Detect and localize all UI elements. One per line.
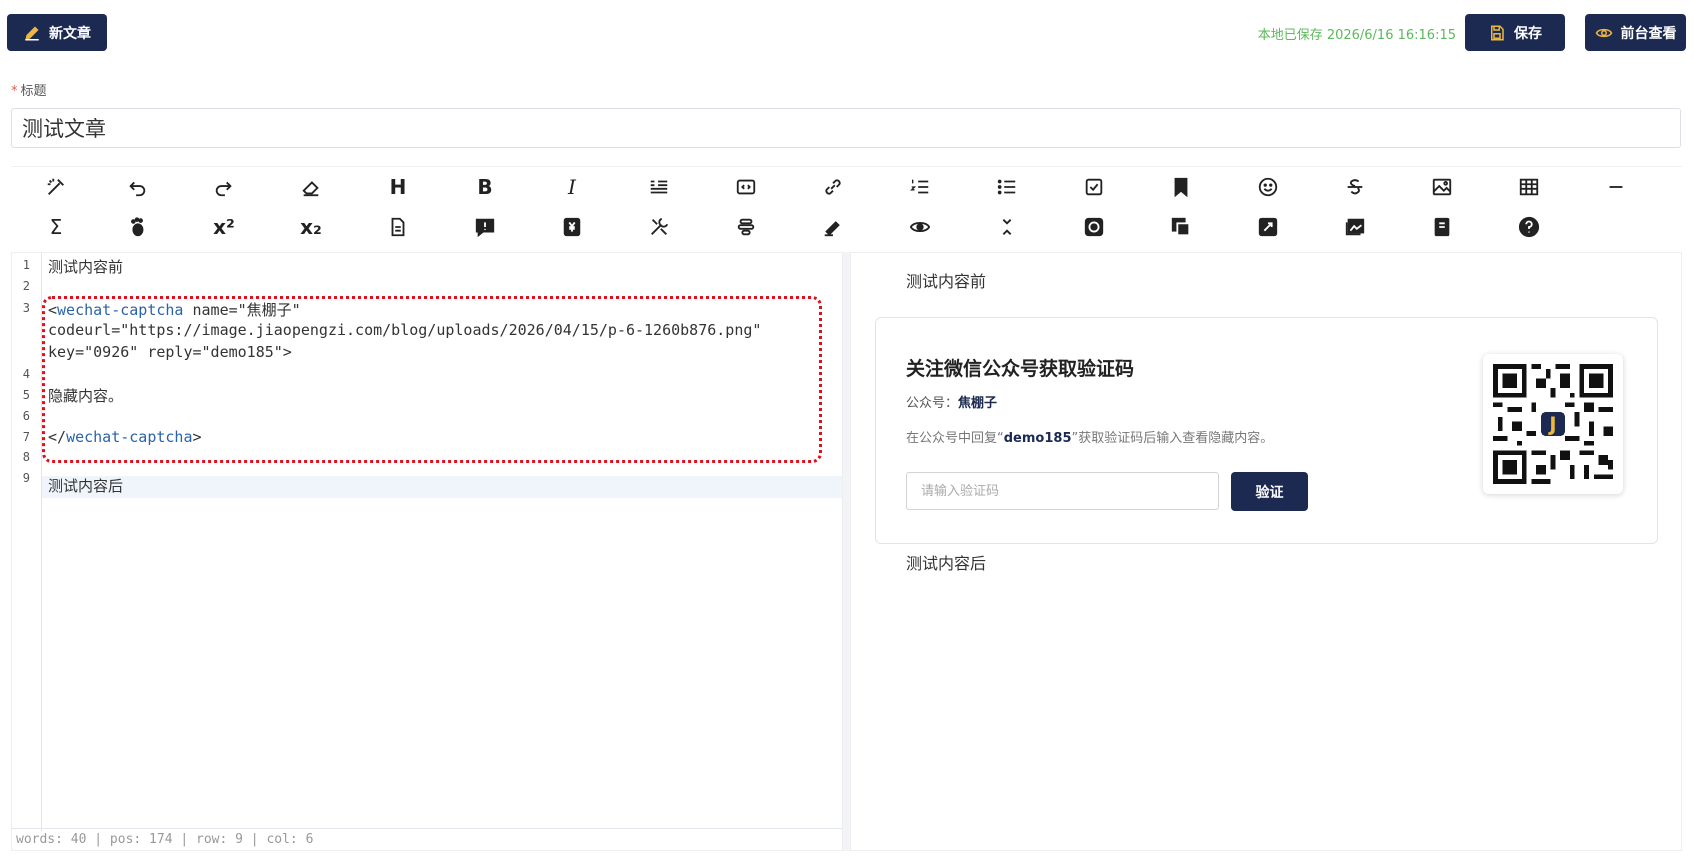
notebook-icon[interactable] [1422, 207, 1462, 247]
redo-icon[interactable] [204, 167, 244, 207]
account-name: 焦棚子 [958, 396, 998, 411]
horizontal-rule-icon[interactable] [1596, 167, 1636, 207]
qr-logo: J [1547, 413, 1556, 436]
required-mark: * [11, 84, 18, 99]
code-block-icon[interactable] [726, 167, 766, 207]
superscript-icon[interactable]: x² [204, 207, 244, 247]
title-label: * 标题 [11, 80, 47, 99]
quote-icon[interactable] [639, 167, 679, 207]
line-number: 5 [22, 388, 30, 402]
currency-icon[interactable] [552, 207, 592, 247]
new-article-label: 新文章 [49, 25, 91, 42]
preview-after-text: 测试内容后 [906, 554, 987, 573]
formula-icon[interactable]: Σ [36, 207, 76, 247]
highlight-annotation-box [42, 296, 822, 463]
gallery-icon[interactable] [1335, 207, 1375, 247]
editor-toolbar: H B I Σ x² x₂ [11, 166, 1682, 246]
tools-icon[interactable] [639, 207, 679, 247]
link-icon[interactable] [813, 167, 853, 207]
subscript-icon[interactable]: x₂ [291, 207, 331, 247]
pane-splitter[interactable] [843, 252, 850, 851]
verify-button[interactable]: 验证 [1231, 472, 1308, 511]
hint-suffix: ”获取验证码后输入查看隐藏内容。 [1071, 431, 1274, 446]
preview-pane: 测试内容前 关注微信公众号获取验证码 公众号：焦棚子 在公众号中回复“demo1… [850, 252, 1682, 851]
help-icon[interactable] [1509, 207, 1549, 247]
captcha-card: 关注微信公众号获取验证码 公众号：焦棚子 在公众号中回复“demo185”获取验… [875, 317, 1658, 544]
eraser-icon[interactable] [291, 167, 331, 207]
qr-code-image: J [1493, 364, 1613, 484]
bold-icon[interactable]: B [465, 167, 505, 207]
ordered-list-icon[interactable] [900, 167, 940, 207]
image-icon[interactable] [1422, 167, 1462, 207]
refresh-icon[interactable] [1074, 207, 1114, 247]
toolbar-row-2: Σ x² x₂ [11, 207, 1682, 247]
collapse-icon[interactable] [987, 207, 1027, 247]
emoji-icon[interactable] [1248, 167, 1288, 207]
highlighter-icon[interactable] [813, 207, 853, 247]
line-number: 1 [22, 258, 30, 272]
footnote-icon[interactable] [117, 207, 157, 247]
heading-icon[interactable]: H [378, 167, 418, 207]
save-label: 保存 [1514, 25, 1542, 42]
code-line-1: 测试内容前 [48, 258, 124, 276]
unordered-list-icon[interactable] [987, 167, 1027, 207]
italic-icon[interactable]: I [552, 167, 592, 207]
hint-prefix: 在公众号中回复“ [906, 431, 1004, 446]
line-number: 4 [22, 367, 30, 381]
code-line-9: 测试内容后 [48, 477, 124, 495]
line-number: 6 [22, 409, 30, 423]
line-number: 9 [22, 471, 30, 485]
qr-code: J [1483, 354, 1623, 494]
fullscreen-icon[interactable] [1248, 207, 1288, 247]
title-label-text: 标题 [20, 84, 47, 99]
captcha-hint: 在公众号中回复“demo185”获取验证码后输入查看隐藏内容。 [906, 427, 1273, 446]
view-front-label: 前台查看 [1620, 25, 1677, 42]
magic-pen-icon[interactable] [36, 167, 76, 207]
preview-before-text: 测试内容前 [906, 272, 987, 291]
strikethrough-icon[interactable] [1335, 167, 1375, 207]
copy-icon[interactable] [1161, 207, 1201, 247]
eye-icon [1595, 28, 1612, 37]
account-label: 公众号： [906, 396, 959, 411]
line-number: 8 [22, 450, 30, 464]
align-icon[interactable] [726, 207, 766, 247]
pencil-icon [25, 25, 39, 40]
captcha-account: 公众号：焦棚子 [906, 392, 997, 411]
hint-keyword: demo185 [1003, 431, 1072, 446]
saved-status: 本地已保存 2026/6/16 16:16:15 [1257, 28, 1456, 43]
document-icon[interactable] [378, 207, 418, 247]
save-button[interactable]: 保存 [1465, 14, 1565, 51]
preview-icon[interactable] [900, 207, 940, 247]
markdown-editor[interactable]: 1 2 3 4 5 6 7 8 9 测试内容前 <wechat-captcha … [11, 252, 843, 851]
view-front-button[interactable]: 前台查看 [1585, 14, 1686, 51]
new-article-button[interactable]: 新文章 [7, 14, 107, 51]
save-icon [1491, 25, 1504, 40]
bookmark-icon[interactable] [1161, 167, 1201, 207]
active-line-highlight [12, 476, 842, 498]
table-icon[interactable] [1509, 167, 1549, 207]
captcha-title: 关注微信公众号获取验证码 [906, 358, 1135, 380]
editor-status-bar: words: 40 | pos: 174 | row: 9 | col: 6 [12, 828, 842, 850]
line-number-gutter: 1 2 3 4 5 6 7 8 9 [12, 253, 42, 831]
undo-icon[interactable] [117, 167, 157, 207]
alert-icon[interactable] [465, 207, 505, 247]
editor-page: 新文章 本地已保存 2026/6/16 16:16:15 保存 前台查看 * 标题… [0, 0, 1694, 862]
captcha-code-input[interactable] [906, 472, 1219, 510]
line-number: 7 [22, 430, 30, 444]
line-number: 3 [22, 301, 30, 315]
checklist-icon[interactable] [1074, 167, 1114, 207]
title-input[interactable] [11, 108, 1681, 148]
toolbar-row-1: H B I [11, 167, 1682, 207]
line-number: 2 [22, 279, 30, 293]
